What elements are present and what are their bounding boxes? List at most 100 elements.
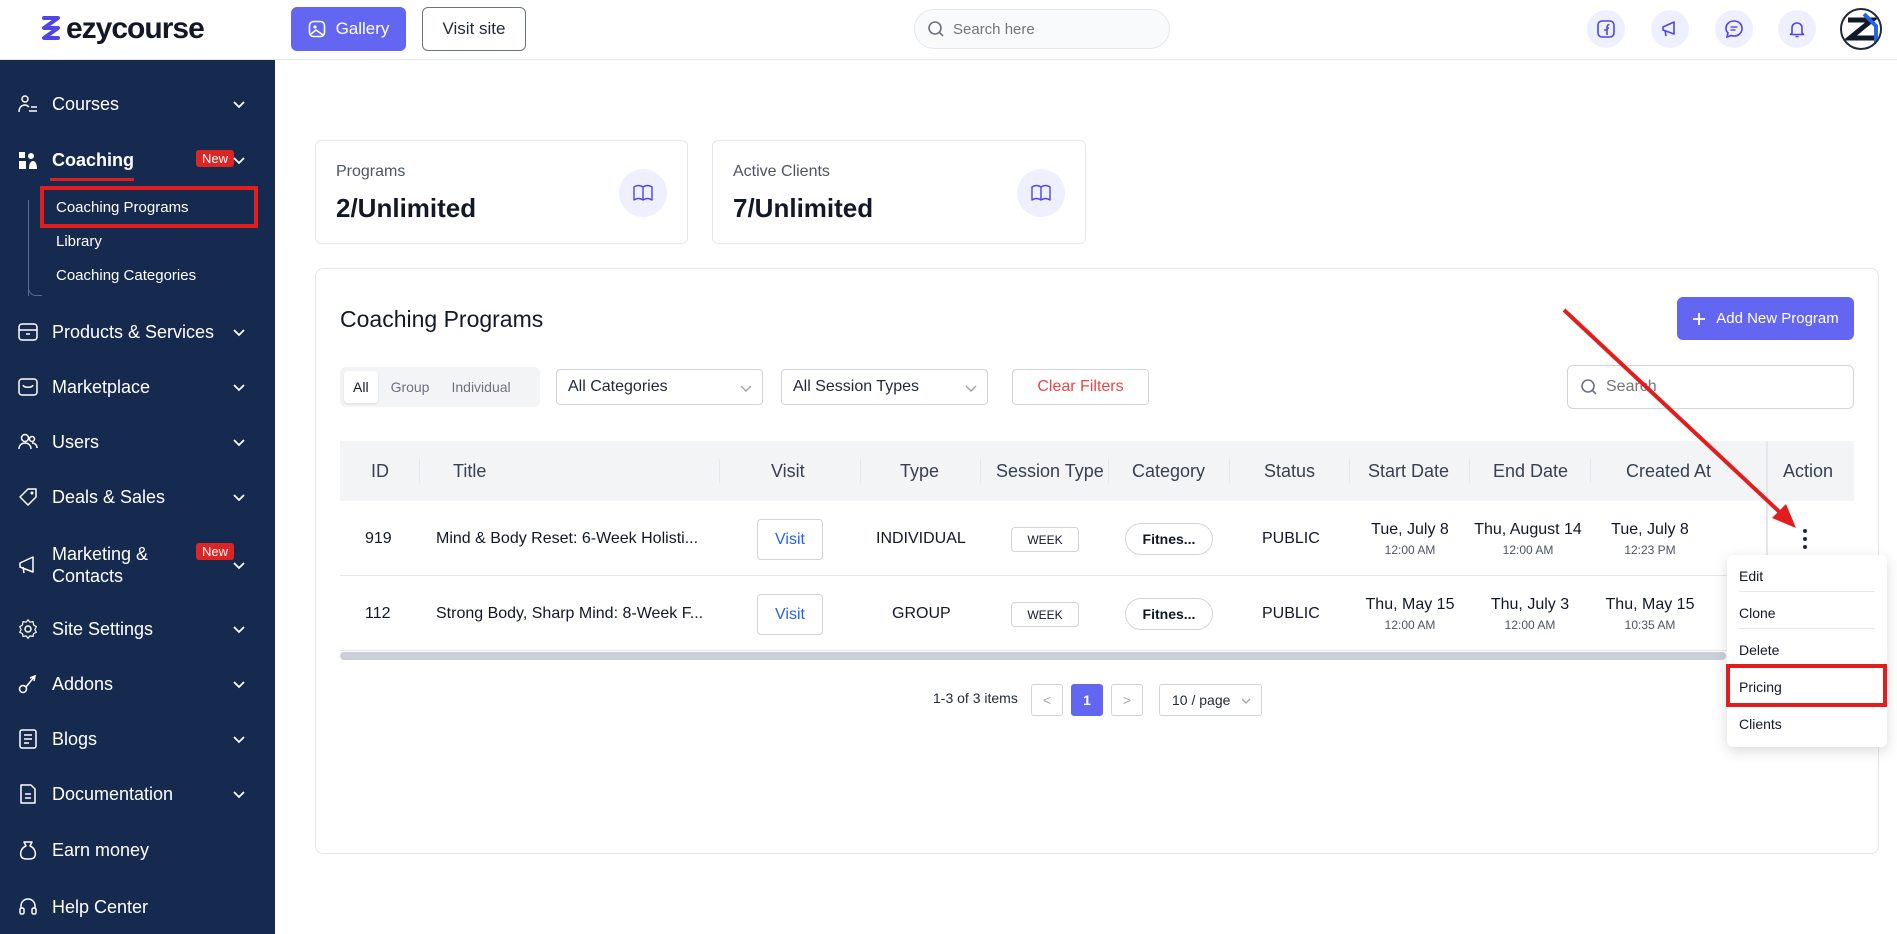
cell-title[interactable]: Mind & Body Reset: 6-Week Holisti... [436, 501, 698, 576]
visit-button[interactable]: Visit [757, 519, 823, 560]
segment-group[interactable]: Group [382, 371, 439, 403]
cell-title[interactable]: Strong Body, Sharp Mind: 8-Week F... [436, 576, 703, 651]
pagination-prev-button[interactable]: < [1031, 684, 1063, 716]
sidebar-item-earn-money[interactable]: Earn money [0, 834, 275, 866]
sidebar-item-users[interactable]: Users [0, 426, 275, 458]
add-new-program-button[interactable]: Add New Program [1677, 297, 1854, 340]
stat-card-active-clients: Active Clients 7/Unlimited [712, 140, 1086, 244]
categories-select[interactable]: All Categories [556, 369, 763, 405]
cell-status: PUBLIC [1262, 529, 1320, 547]
start-date: Tue, July 8 [1371, 521, 1449, 538]
table-horizontal-scrollbar[interactable] [340, 652, 1726, 660]
top-bar: ezycourse Gallery Visit site [0, 0, 1897, 60]
sidebar-item-label: Addons [52, 673, 114, 694]
column-header-id[interactable]: ID [371, 441, 389, 501]
column-header-category[interactable]: Category [1132, 441, 1205, 501]
session-types-select[interactable]: All Session Types [781, 369, 988, 405]
column-header-status[interactable]: Status [1264, 441, 1315, 501]
column-separator [1469, 459, 1470, 483]
stat-card-programs: Programs 2/Unlimited [315, 140, 688, 244]
brand-logo[interactable]: ezycourse [40, 12, 205, 46]
sidebar-item-documentation[interactable]: Documentation [0, 778, 275, 810]
visit-button[interactable]: Visit [757, 594, 823, 635]
avatar-logo-icon [1842, 12, 1880, 44]
cell-type: GROUP [892, 604, 951, 622]
gear-icon [16, 617, 40, 641]
menu-item-clients[interactable]: Clients [1739, 716, 1875, 740]
gallery-button[interactable]: Gallery [291, 7, 406, 51]
column-header-visit[interactable]: Visit [771, 441, 805, 501]
chevron-down-icon [740, 385, 752, 392]
highlight-box [40, 186, 258, 228]
clear-filters-button[interactable]: Clear Filters [1012, 369, 1149, 405]
column-header-session-type[interactable]: Session Type [996, 441, 1104, 501]
created-date: Thu, May 15 [1605, 596, 1695, 613]
start-time: 12:00 AM [1384, 543, 1436, 557]
facebook-icon[interactable] [1587, 10, 1625, 48]
chevron-down-icon [1241, 698, 1251, 704]
segment-all[interactable]: All [344, 371, 378, 403]
user-avatar[interactable] [1840, 8, 1882, 50]
sidebar-item-help-center[interactable]: Help Center [0, 891, 275, 923]
sidebar-item-products-services[interactable]: Products & Services [0, 316, 275, 348]
panel-title: Coaching Programs [340, 306, 544, 332]
type-segmented-filter: All Group Individual [340, 367, 540, 407]
chat-icon[interactable] [1715, 10, 1753, 48]
category-tag: Fitnes... [1125, 598, 1213, 630]
sidebar-item-site-settings[interactable]: Site Settings [0, 613, 275, 645]
menu-item-clone[interactable]: Clone [1739, 605, 1875, 629]
menu-separator [1739, 591, 1875, 592]
pagination-page-button[interactable]: 1 [1071, 684, 1103, 716]
table-row: 919 Mind & Body Reset: 6-Week Holisti...… [340, 501, 1854, 576]
sidebar-item-label: Marketing & Contacts [52, 543, 148, 587]
cell-id: 919 [365, 529, 392, 547]
global-search-input[interactable] [953, 20, 1153, 38]
column-header-end-date[interactable]: End Date [1493, 441, 1568, 501]
page-size-value: 10 / page [1172, 692, 1231, 708]
segment-individual[interactable]: Individual [442, 371, 519, 403]
chevron-down-icon [233, 736, 245, 744]
cell-type: INDIVIDUAL [876, 529, 966, 547]
announcement-icon[interactable] [1651, 10, 1689, 48]
more-options-icon[interactable] [1799, 529, 1811, 549]
sidebar-subitem-coaching-categories[interactable]: Coaching Categories [56, 267, 196, 284]
column-header-type[interactable]: Type [900, 441, 939, 501]
column-header-created-at[interactable]: Created At [1626, 441, 1711, 501]
pagination-next-button[interactable]: > [1111, 684, 1143, 716]
book-icon [1017, 169, 1065, 217]
column-separator [1590, 459, 1591, 483]
sidebar-item-label: Documentation [52, 783, 174, 804]
column-header-start-date[interactable]: Start Date [1368, 441, 1449, 501]
sidebar-item-marketplace[interactable]: Marketplace [0, 371, 275, 403]
sidebar-subitem-library[interactable]: Library [56, 233, 102, 250]
menu-item-delete[interactable]: Delete [1739, 642, 1875, 666]
megaphone-icon [16, 553, 40, 577]
menu-item-edit[interactable]: Edit [1739, 568, 1875, 592]
cell-end-date: Thu, August 14 12:00 AM [1470, 521, 1586, 557]
table-search[interactable] [1567, 365, 1854, 409]
global-search[interactable] [914, 9, 1170, 49]
sidebar-item-blogs[interactable]: Blogs [0, 723, 275, 755]
bell-icon[interactable] [1778, 10, 1816, 48]
sidebar-item-marketing-contacts[interactable]: Marketing & Contacts New [0, 542, 275, 588]
row-action-menu: Edit Clone Delete Pricing Clients [1727, 555, 1887, 747]
plus-icon [1693, 312, 1706, 325]
sidebar-item-addons[interactable]: Addons [0, 668, 275, 700]
chevron-down-icon [965, 385, 977, 392]
sidebar-item-coaching[interactable]: Coaching New [0, 144, 275, 176]
column-header-title[interactable]: Title [453, 441, 486, 501]
created-date: Tue, July 8 [1611, 521, 1689, 538]
sidebar-item-label: Courses [52, 93, 120, 114]
end-time: 12:00 AM [1504, 618, 1556, 632]
column-separator [719, 459, 720, 483]
pagination-summary: 1-3 of 3 items [933, 690, 1018, 706]
search-icon [928, 21, 944, 37]
sidebar-item-deals-sales[interactable]: Deals & Sales [0, 481, 275, 513]
page-size-select[interactable]: 10 / page [1159, 684, 1262, 716]
sidebar-item-courses[interactable]: Courses [0, 88, 275, 120]
ezycourse-logo-icon [42, 16, 60, 40]
table-search-input[interactable] [1606, 378, 1836, 396]
sidebar-item-label: Help Center [52, 896, 149, 917]
visit-site-button[interactable]: Visit site [422, 7, 526, 51]
stat-value: 7/Unlimited [733, 193, 874, 223]
